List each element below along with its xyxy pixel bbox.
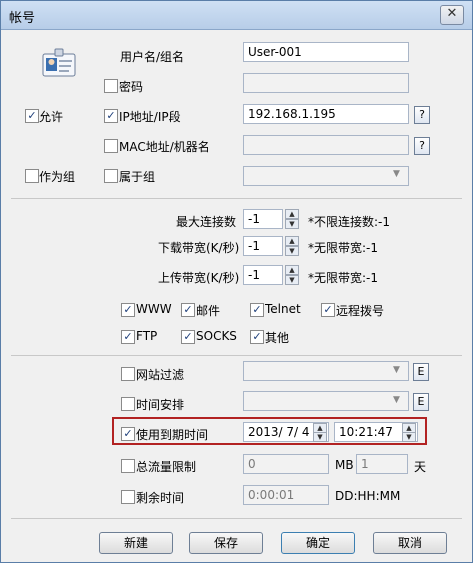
belongs-group-checkbox[interactable] [104, 169, 118, 183]
traffic-label: 总流量限制 [136, 460, 197, 474]
service-other-checkbox[interactable]: ✓ [250, 330, 264, 344]
schedule-select[interactable] [243, 391, 409, 411]
service-mail-label: 邮件 [196, 304, 221, 318]
new-button[interactable]: 新建 [99, 532, 173, 554]
remaining-format: DD:HH:MM [335, 489, 401, 503]
remaining-checkbox[interactable] [121, 490, 135, 504]
allow-label: 允许 [39, 110, 64, 124]
ip-label: IP地址/IP段 [119, 110, 181, 124]
download-label: 下载带宽(K/秒) [158, 241, 240, 255]
close-button[interactable]: ✕ [440, 5, 464, 25]
ip-input[interactable]: 192.168.1.195 [243, 104, 409, 124]
traffic-day-unit: 天 [414, 460, 427, 474]
download-spinner[interactable]: ▲ ▼ [285, 236, 299, 256]
traffic-checkbox[interactable] [121, 459, 135, 473]
traffic-input[interactable]: 0 [243, 454, 329, 474]
remaining-input[interactable]: 0:00:01 [243, 485, 329, 505]
group-select[interactable] [243, 166, 409, 186]
site-filter-checkbox[interactable] [121, 367, 135, 381]
cancel-button[interactable]: 取消 [373, 532, 447, 554]
password-label: 密码 [119, 80, 144, 94]
ip-help-button[interactable]: ? [414, 106, 430, 124]
site-filter-label: 网站过滤 [136, 368, 185, 382]
password-checkbox[interactable] [104, 79, 118, 93]
password-input[interactable] [243, 73, 409, 93]
belongs-group-label: 属于组 [119, 170, 156, 184]
service-www-checkbox[interactable]: ✓ [121, 303, 135, 317]
upload-input[interactable]: -1 [243, 265, 283, 285]
traffic-mb-unit: MB [335, 458, 354, 472]
service-telnet-label: Telnet [265, 302, 301, 316]
download-input[interactable]: -1 [243, 236, 283, 256]
mac-help-button[interactable]: ? [414, 137, 430, 155]
expiry-label: 使用到期时间 [136, 428, 209, 442]
max-conn-note: *不限连接数:-1 [308, 215, 391, 229]
service-socks-checkbox[interactable]: ✓ [181, 330, 195, 344]
schedule-arrow-icon: ▼ [393, 395, 400, 405]
service-www-label: WWW [136, 302, 172, 316]
service-other-label: 其他 [265, 331, 290, 345]
site-filter-arrow-icon: ▼ [393, 365, 400, 375]
group-select-arrow-icon: ▼ [393, 169, 400, 179]
as-group-label: 作为组 [39, 170, 76, 184]
remaining-label: 剩余时间 [136, 491, 185, 505]
mac-checkbox[interactable] [104, 139, 118, 153]
max-conn-spinner[interactable]: ▲ ▼ [285, 209, 299, 229]
max-conn-label: 最大连接数 [176, 215, 237, 229]
service-mail-checkbox[interactable]: ✓ [181, 303, 195, 317]
account-dialog: 帐号 ✕ 用户名/组名 User-001 密码 ✓ 允许 ✓ IP地址/IP段 … [0, 0, 473, 563]
service-ftp-label: FTP [136, 329, 158, 343]
expiry-time-spinner[interactable]: ▲ ▼ [402, 422, 416, 442]
service-ftp-checkbox[interactable]: ✓ [121, 330, 135, 344]
save-button[interactable]: 保存 [189, 532, 263, 554]
mac-label: MAC地址/机器名 [119, 140, 210, 154]
title-bar: 帐号 ✕ [1, 1, 472, 30]
separator-3 [11, 518, 462, 519]
traffic-days-input[interactable]: 1 [356, 454, 408, 474]
expiry-date-spinner[interactable]: ▲ ▼ [313, 422, 327, 442]
service-socks-label: SOCKS [196, 329, 237, 343]
site-filter-edit-button[interactable]: E [413, 363, 429, 381]
service-dialup-checkbox[interactable]: ✓ [321, 303, 335, 317]
username-input[interactable]: User-001 [243, 42, 409, 62]
upload-spinner[interactable]: ▲ ▼ [285, 265, 299, 285]
mac-input[interactable] [243, 135, 409, 155]
allow-checkbox[interactable]: ✓ [25, 109, 39, 123]
service-dialup-label: 远程拨号 [336, 304, 385, 318]
schedule-checkbox[interactable] [121, 397, 135, 411]
max-conn-input[interactable]: -1 [243, 209, 283, 229]
upload-label: 上传带宽(K/秒) [158, 271, 240, 285]
separator-1 [11, 198, 462, 199]
ok-button[interactable]: 确定 [281, 532, 355, 554]
ip-checkbox[interactable]: ✓ [104, 109, 118, 123]
user-card-icon [42, 48, 76, 78]
schedule-label: 时间安排 [136, 398, 185, 412]
schedule-edit-button[interactable]: E [413, 393, 429, 411]
expiry-checkbox[interactable]: ✓ [121, 427, 135, 441]
window-title: 帐号 [9, 11, 36, 26]
username-label: 用户名/组名 [120, 50, 185, 64]
service-telnet-checkbox[interactable]: ✓ [250, 303, 264, 317]
separator-2 [11, 355, 462, 356]
as-group-checkbox[interactable] [25, 169, 39, 183]
site-filter-select[interactable] [243, 361, 409, 381]
upload-note: *无限带宽:-1 [308, 271, 379, 285]
download-note: *无限带宽:-1 [308, 241, 379, 255]
